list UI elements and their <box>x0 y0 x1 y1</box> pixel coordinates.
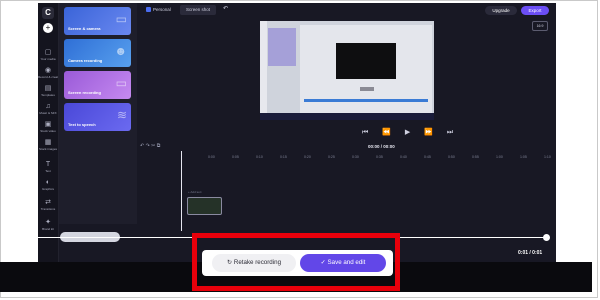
ruler-tick: 0:20 <box>304 155 311 159</box>
preview-sidebar <box>260 21 267 120</box>
ruler-tick: 0:00 <box>208 155 215 159</box>
soundwave-icon: ≋ <box>116 108 127 122</box>
camera-recording-tile[interactable]: ☻ Camera recording <box>64 39 131 67</box>
retake-icon: ↻ <box>226 259 233 266</box>
timeline-tools[interactable]: ↶ ↷ ✂ ⧉ <box>140 143 160 149</box>
rail-item-stock-video[interactable]: ▣ Stock video <box>38 121 58 133</box>
record-icon: ◉ <box>44 67 52 74</box>
text-to-speech-tile[interactable]: ≋ Text to speech <box>64 103 131 131</box>
rail-item-transitions[interactable]: ⇄ Transitions <box>38 199 58 211</box>
ruler-tick: 0:30 <box>352 155 359 159</box>
media-icon: ▢ <box>44 49 52 56</box>
add-media-button[interactable]: + <box>43 23 53 33</box>
preview-panel <box>268 28 296 66</box>
ruler-tick: 0:10 <box>256 155 263 159</box>
editor-window: C + ▢ Your media ◉ Record & create ▤ Templa… <box>38 3 556 265</box>
ruler-tick: 0:40 <box>400 155 407 159</box>
rail-item-graphics[interactable]: ◐ Graphics <box>38 179 58 191</box>
person-icon: ☻ <box>114 44 127 58</box>
record-create-panel: ▭ Screen & camera ☻ Camera recording ▭ Scre… <box>59 3 137 224</box>
preview-main <box>300 25 432 116</box>
ruler-tick: 0:50 <box>448 155 455 159</box>
rail-item-music[interactable]: ♫ Music & SFX <box>38 103 58 115</box>
save-and-edit-button[interactable]: ✓ Save and edit <box>300 254 386 272</box>
ruler-tick: 0:05 <box>232 155 239 159</box>
video-preview <box>260 21 434 120</box>
preview-controls <box>360 87 374 91</box>
screen-camera-icon: ▭ <box>115 12 127 26</box>
rail-item-stock-images[interactable]: ▦ Stock images <box>38 139 58 151</box>
playhead[interactable] <box>181 151 182 231</box>
aspect-ratio-button[interactable]: 16:9 <box>532 21 548 31</box>
rail-item-record[interactable]: ◉ Record & create <box>38 67 58 79</box>
ruler-tick: 0:15 <box>280 155 287 159</box>
rail-item-brand-kit[interactable]: ✦ Brand kit <box>38 219 58 231</box>
preview-taskbar <box>260 113 434 120</box>
workspace-label[interactable]: Personal <box>146 7 171 13</box>
preview-timeline <box>304 99 428 102</box>
ruler-tick: 0:35 <box>376 155 383 159</box>
time-readout: 0:01 / 0:01 <box>518 250 543 256</box>
screen-recording-tile[interactable]: ▭ Screen recording <box>64 71 131 99</box>
text-icon: T <box>45 161 51 168</box>
ruler-tick: 0:45 <box>424 155 431 159</box>
track-label[interactable]: + Add text <box>188 190 201 194</box>
timeline-clip[interactable] <box>187 197 222 215</box>
rail-item-your-media[interactable]: ▢ Your media <box>38 49 58 61</box>
left-rail: C + ▢ Your media ◉ Record & create ▤ Templa… <box>38 3 59 265</box>
transitions-icon: ⇄ <box>45 199 51 206</box>
workspace-icon <box>146 7 151 13</box>
ruler-tick: 0:55 <box>472 155 479 159</box>
stock-video-icon: ▣ <box>44 121 52 128</box>
stock-images-icon: ▦ <box>44 139 52 146</box>
screen-icon: ▭ <box>115 76 127 90</box>
app-logo: C <box>42 7 54 19</box>
templates-icon: ▤ <box>44 85 52 92</box>
timeline-time: 00:00 / 00:00 <box>368 144 395 149</box>
playback-controls[interactable]: ⏮ ⏪ ▶ ⏩ ⏭ <box>362 128 459 137</box>
timeline-toolbar: ↶ ↷ ✂ ⧉ <box>140 143 554 151</box>
screen-camera-tile[interactable]: ▭ Screen & camera <box>64 7 131 35</box>
preview-stage <box>336 43 396 79</box>
undo-icon[interactable]: ↶ <box>223 5 228 12</box>
ruler-tick: 1:05 <box>520 155 527 159</box>
graphics-icon: ◐ <box>45 179 51 186</box>
retake-recording-button[interactable]: ↻ Retake recording <box>212 254 296 272</box>
upgrade-button[interactable]: Upgrade <box>485 6 517 15</box>
music-icon: ♫ <box>45 103 51 110</box>
check-icon: ✓ <box>320 259 326 266</box>
rail-item-text[interactable]: T Text <box>38 161 58 173</box>
rail-item-templates[interactable]: ▤ Templates <box>38 85 58 97</box>
ruler-tick: 1:10 <box>544 155 551 159</box>
ruler-tick: 1:00 <box>496 155 503 159</box>
export-button[interactable]: Export <box>521 6 549 15</box>
ruler-tick: 0:25 <box>328 155 335 159</box>
project-title[interactable]: Screen shot <box>180 5 216 15</box>
progress-slider-knob[interactable] <box>543 234 550 241</box>
brand-kit-icon: ✦ <box>45 219 51 226</box>
timeline-ruler: 0:00 0:05 0:10 0:15 0:20 0:25 0:30 0:35 0:40 0:45… <box>140 155 554 163</box>
